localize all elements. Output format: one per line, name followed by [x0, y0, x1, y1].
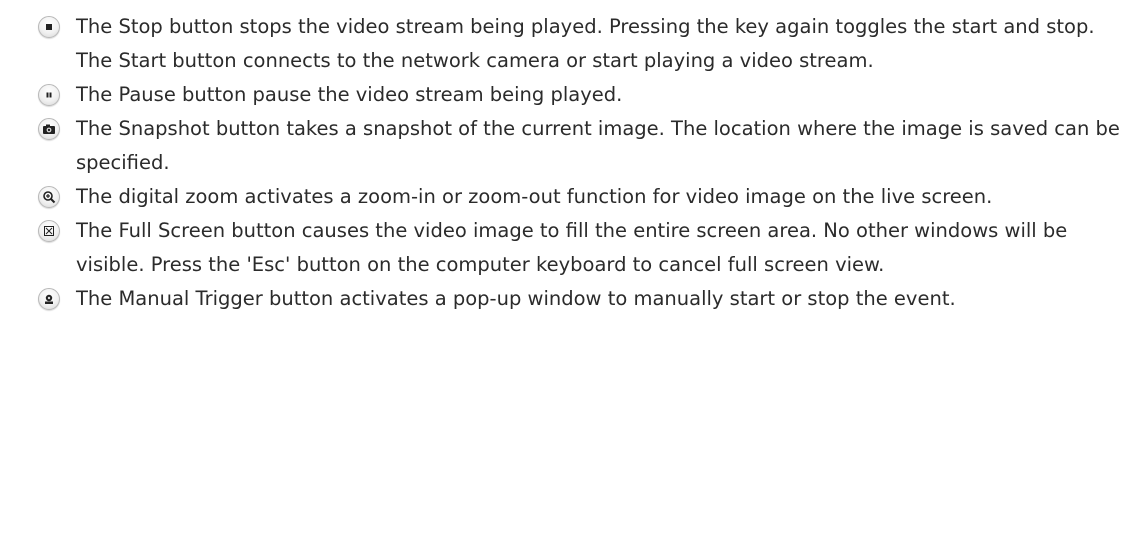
entry-text: The Pause button pause the video stream …: [76, 83, 623, 106]
camera-icon: [38, 118, 60, 140]
entry-stop: The Stop button stops the video stream b…: [0, 10, 1143, 78]
entry-digital-zoom: The digital zoom activates a zoom-in or …: [0, 180, 1143, 214]
zoom-in-icon: [38, 186, 60, 208]
entry-text: The Full Screen button causes the video …: [76, 219, 1068, 276]
entry-full-screen: The Full Screen button causes the video …: [0, 214, 1143, 282]
stop-icon: [38, 16, 60, 38]
entry-pause: The Pause button pause the video stream …: [0, 78, 1143, 112]
entry-text: The Stop button stops the video stream b…: [76, 15, 1095, 72]
manual-trigger-icon: [38, 288, 60, 310]
entry-text: The Manual Trigger button activates a po…: [76, 287, 956, 310]
pause-icon: [38, 84, 60, 106]
document-page: The Stop button stops the video stream b…: [0, 0, 1143, 541]
entry-text: The Snapshot button takes a snapshot of …: [76, 117, 1120, 174]
entry-snapshot: The Snapshot button takes a snapshot of …: [0, 112, 1143, 180]
entry-manual-trigger: The Manual Trigger button activates a po…: [0, 282, 1143, 316]
fullscreen-icon: [38, 220, 60, 242]
entry-text: The digital zoom activates a zoom-in or …: [76, 185, 993, 208]
